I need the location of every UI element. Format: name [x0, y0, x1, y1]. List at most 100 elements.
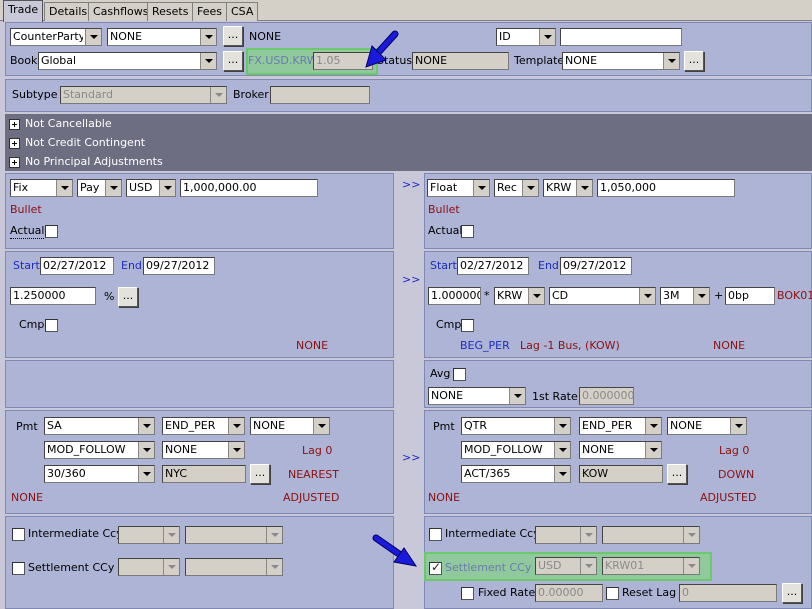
left-start-input[interactable]: 02/27/2012: [40, 257, 114, 275]
party-lookup-button[interactable]: ...: [223, 26, 243, 46]
right-rate-source[interactable]: BOK01: [777, 289, 812, 303]
left-pmt-stub-select[interactable]: NONE: [250, 417, 330, 435]
left-settlement-ccy-select[interactable]: [118, 558, 180, 576]
right-reset-lag-input[interactable]: 0: [679, 584, 777, 602]
right-settlement-checkbox[interactable]: [429, 560, 442, 575]
left-notional-input[interactable]: 1,000,000.00: [180, 179, 318, 197]
left-rate-lookup-button[interactable]: ...: [118, 287, 138, 307]
right-index-ccy-select[interactable]: KRW: [494, 287, 545, 305]
tab-cashflows[interactable]: Cashflows: [88, 2, 154, 21]
right-multiplier-input[interactable]: 1.000000: [428, 287, 481, 305]
tab-csa[interactable]: CSA: [226, 2, 259, 21]
right-calendar-lookup-button[interactable]: ...: [667, 464, 687, 484]
right-notional-input[interactable]: 1,050,000: [597, 179, 735, 197]
broker-input[interactable]: [270, 86, 370, 104]
tab-resets[interactable]: Resets: [147, 2, 194, 21]
left-leg-type-select[interactable]: Fix: [10, 179, 73, 197]
id-type-select[interactable]: ID: [496, 28, 556, 46]
book-lookup-button[interactable]: ...: [223, 51, 243, 71]
left-amortization-link[interactable]: Bullet: [10, 203, 42, 217]
left-direction-select[interactable]: Pay: [77, 179, 122, 197]
right-index-select[interactable]: CD: [549, 287, 656, 305]
right-bottom-left-value[interactable]: NONE: [428, 491, 460, 505]
transfer-button-1[interactable]: >>: [402, 178, 420, 192]
left-calendar-input[interactable]: NYC: [162, 465, 246, 483]
right-cmp-checkbox[interactable]: [461, 319, 474, 332]
right-spread-input[interactable]: 0bp: [725, 287, 775, 305]
right-start-input[interactable]: 02/27/2012: [457, 257, 529, 275]
transfer-button-3[interactable]: >>: [402, 451, 420, 465]
left-pmt-freq-select[interactable]: SA: [44, 417, 155, 435]
left-intermediate-ccy-select[interactable]: [118, 526, 180, 544]
right-roll-select[interactable]: MOD_FOLLOW: [461, 441, 571, 459]
tab-trade[interactable]: Trade: [3, 0, 44, 22]
right-currency-select[interactable]: KRW: [543, 179, 593, 197]
right-cmp-value[interactable]: NONE: [713, 339, 745, 353]
right-roll-extra-select[interactable]: NONE: [579, 441, 662, 459]
right-avg-method-select[interactable]: NONE: [428, 387, 526, 405]
right-reset-lag[interactable]: Lag -1 Bus, (KOW): [520, 339, 620, 353]
left-intermediate-index-select[interactable]: [185, 526, 283, 544]
expander-no-principal-adjustments[interactable]: No Principal Adjustments: [25, 155, 163, 169]
left-bottom-right-value[interactable]: ADJUSTED: [283, 491, 339, 505]
left-cmp-value[interactable]: NONE: [296, 339, 328, 353]
left-daycount-select[interactable]: 30/360: [44, 465, 155, 483]
right-lag-value[interactable]: Lag 0: [719, 444, 749, 458]
subtype-select[interactable]: Standard: [60, 86, 227, 104]
right-round-value[interactable]: DOWN: [718, 468, 754, 482]
expand-plus-icon[interactable]: [9, 157, 20, 168]
expander-not-credit-contingent[interactable]: Not Credit Contingent: [25, 136, 145, 150]
left-cmp-checkbox[interactable]: [45, 319, 58, 332]
right-amortization-link[interactable]: Bullet: [428, 203, 460, 217]
status-input[interactable]: NONE: [412, 52, 509, 70]
tab-fees[interactable]: Fees: [192, 2, 227, 21]
right-intermediate-checkbox[interactable]: [429, 528, 442, 541]
right-reset-lag-checkbox[interactable]: [606, 587, 619, 600]
right-tenor-select[interactable]: 3M: [660, 287, 710, 305]
right-intermediate-ccy-select[interactable]: [535, 526, 597, 544]
left-intermediate-checkbox[interactable]: [12, 528, 25, 541]
tab-details[interactable]: Details: [44, 2, 93, 21]
right-pmt-freq-select[interactable]: QTR: [461, 417, 571, 435]
right-avg-checkbox[interactable]: [453, 368, 466, 381]
party-select[interactable]: NONE: [107, 28, 217, 46]
right-pmt-stub-select[interactable]: NONE: [667, 417, 747, 435]
left-actual-checkbox[interactable]: [45, 225, 58, 238]
expand-plus-icon[interactable]: [9, 119, 20, 130]
right-intermediate-index-select[interactable]: [602, 526, 700, 544]
right-first-rate-input[interactable]: 0.000000: [579, 387, 634, 405]
left-settlement-index-select[interactable]: [185, 558, 283, 576]
transfer-button-2[interactable]: >>: [402, 273, 420, 287]
right-settlement-index-select[interactable]: KRW01: [602, 557, 700, 575]
expander-not-cancellable[interactable]: Not Cancellable: [25, 117, 112, 131]
template-lookup-button[interactable]: ...: [684, 51, 704, 71]
party-type-select[interactable]: CounterParty: [10, 28, 102, 46]
right-settlement-ccy-select[interactable]: USD: [535, 557, 597, 575]
right-actual-checkbox[interactable]: [461, 225, 474, 238]
left-rate-input[interactable]: 1.250000: [10, 287, 96, 305]
right-fixed-rate-input[interactable]: 0.00000: [535, 584, 603, 602]
right-end-input[interactable]: 09/27/2012: [560, 257, 632, 275]
left-calendar-lookup-button[interactable]: ...: [250, 464, 270, 484]
right-direction-select[interactable]: Rec: [494, 179, 539, 197]
left-pmt-timing-select[interactable]: END_PER: [162, 417, 245, 435]
left-roll-extra-select[interactable]: NONE: [162, 441, 245, 459]
left-roll-select[interactable]: MOD_FOLLOW: [44, 441, 155, 459]
left-round-value[interactable]: NEAREST: [288, 468, 339, 482]
expand-plus-icon[interactable]: [9, 138, 20, 149]
template-select[interactable]: NONE: [562, 52, 680, 70]
left-lag-value[interactable]: Lag 0: [302, 444, 332, 458]
right-reset-lag-lookup-button[interactable]: ...: [782, 583, 802, 603]
book-select[interactable]: Global: [38, 52, 217, 70]
left-currency-select[interactable]: USD: [126, 179, 176, 197]
left-end-input[interactable]: 09/27/2012: [143, 257, 215, 275]
left-settlement-checkbox[interactable]: [12, 562, 25, 575]
right-fixed-rate-checkbox[interactable]: [461, 587, 474, 600]
left-bottom-left-value[interactable]: NONE: [11, 491, 43, 505]
right-daycount-select[interactable]: ACT/365: [461, 465, 571, 483]
id-input[interactable]: [560, 28, 682, 46]
right-reset-timing[interactable]: BEG_PER: [460, 339, 510, 353]
right-leg-type-select[interactable]: Float: [427, 179, 490, 197]
right-pmt-timing-select[interactable]: END_PER: [579, 417, 662, 435]
right-calendar-input[interactable]: KOW: [579, 465, 663, 483]
